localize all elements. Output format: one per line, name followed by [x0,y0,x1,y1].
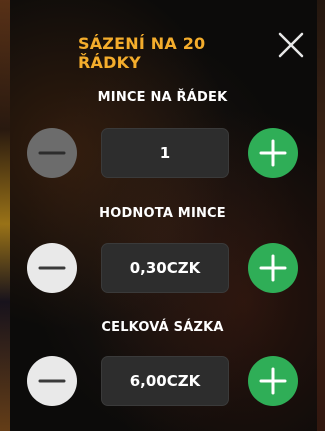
coin-value-increase-button[interactable] [248,243,298,293]
total-bet-value: 6,00CZK [101,356,229,406]
total-bet-increase-button[interactable] [248,356,298,406]
coin-value-value: 0,30CZK [101,243,229,293]
coin-value-label: HODNOTA MINCE [99,206,226,221]
close-icon [278,32,304,58]
dialog-title: SÁZENÍ NA 20 ŘÁDKY [78,34,206,72]
plus-icon [259,367,287,395]
plus-icon [259,139,287,167]
minus-icon [38,151,66,155]
minus-icon [38,379,66,383]
coins-per-line-label: MINCE NA ŘÁDEK [97,90,228,105]
total-bet-decrease-button[interactable] [27,356,77,406]
coins-per-line-value: 1 [101,128,229,178]
total-bet-label: CELKOVÁ SÁZKA [101,320,224,335]
plus-icon [259,254,287,282]
coins-per-line-increase-button[interactable] [248,128,298,178]
minus-icon [38,266,66,270]
coins-per-line-decrease-button[interactable] [27,128,77,178]
coin-value-decrease-button[interactable] [27,243,77,293]
close-button[interactable] [276,30,306,60]
